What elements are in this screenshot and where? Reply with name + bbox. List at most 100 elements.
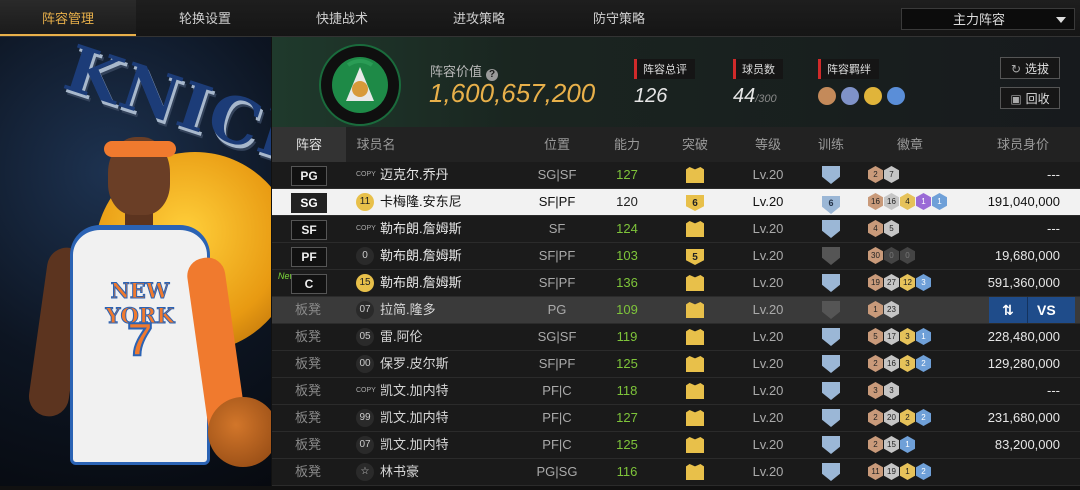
breakthrough-cell[interactable] — [662, 324, 728, 350]
refresh-icon: ↻ — [1010, 62, 1022, 76]
table-row[interactable]: 板凳 07 拉简.隆多 PG 109 Lv.20 123 7 — [272, 297, 1080, 324]
table-row[interactable]: 板凳 05 雷.阿伦 SG|SF 119 Lv.20 5 17 3 1 228,480… — [272, 324, 1080, 351]
header-position[interactable]: 位置 — [522, 127, 592, 162]
breakthrough-cell[interactable] — [662, 432, 728, 458]
badge-list[interactable]: 2 16 3 2 — [868, 355, 931, 372]
training-shield-icon[interactable] — [822, 409, 840, 427]
table-row[interactable]: 板凳 COPY 凯文.加内特 PF|C 118 Lv.20 33 --- — [272, 378, 1080, 405]
lineup-select[interactable]: 主力阵容 — [901, 8, 1075, 30]
training-cell[interactable] — [808, 243, 854, 269]
tab-lineup-management[interactable]: 阵容管理 — [0, 0, 136, 36]
training-shield-icon[interactable] — [822, 247, 840, 265]
badge-hex-icon: 3 — [900, 355, 915, 372]
training-shield-icon[interactable] — [822, 436, 840, 454]
badge-list[interactable]: 19 27 12 3 — [868, 274, 931, 291]
chemistry-icons[interactable] — [818, 87, 905, 105]
pick-button[interactable]: ↻ 选拔 — [1000, 57, 1060, 79]
player-level: Lv.20 — [752, 221, 784, 236]
training-cell[interactable] — [808, 162, 854, 188]
training-cell[interactable]: 6 — [808, 189, 854, 215]
badge-list[interactable]: 5 17 3 1 — [868, 328, 931, 345]
jersey: NEW YORK 7 — [70, 225, 210, 465]
training-shield-icon[interactable]: 6 — [822, 196, 840, 214]
badge-list[interactable]: 16 16 4 1 1 — [868, 193, 947, 210]
training-cell[interactable] — [808, 216, 854, 242]
header-training[interactable]: 训练 — [808, 127, 854, 162]
badge-list[interactable]: 45 — [868, 220, 899, 237]
badge-list[interactable]: 2 20 2 2 — [868, 409, 931, 426]
training-shield-icon[interactable] — [822, 220, 840, 238]
breakthrough-cell[interactable] — [662, 216, 728, 242]
table-row[interactable]: 板凳 00 保罗.皮尔斯 SF|PF 125 Lv.20 2 16 3 2 129,2… — [272, 351, 1080, 378]
training-cell[interactable] — [808, 324, 854, 350]
badge-list[interactable]: 2 15 1 — [868, 436, 915, 453]
training-shield-icon[interactable] — [822, 301, 840, 319]
breakthrough-cell[interactable] — [662, 351, 728, 377]
player-name[interactable]: 林书豪 — [380, 459, 419, 485]
header-badges[interactable]: 徽章 — [854, 127, 966, 162]
training-shield-icon[interactable] — [822, 463, 840, 481]
tab-offense-strategy[interactable]: 进攻策略 — [411, 0, 547, 36]
table-row[interactable]: PG COPY 迈克尔.乔丹 SG|SF 127 Lv.20 27 --- — [272, 162, 1080, 189]
training-shield-icon[interactable] — [822, 166, 840, 184]
badge-hex-icon: 2 — [868, 436, 883, 453]
player-name[interactable]: 拉简.隆多 — [380, 297, 436, 323]
badge-list[interactable]: 11 19 1 2 — [868, 463, 931, 480]
table-row[interactable]: 板凳 99 凯文.加内特 PF|C 127 Lv.20 2 20 2 2 231,68… — [272, 405, 1080, 432]
player-name[interactable]: 凯文.加内特 — [380, 378, 449, 404]
badge-hex-icon: 4 — [900, 193, 915, 210]
player-name[interactable]: 凯文.加内特 — [380, 432, 449, 458]
player-name[interactable]: 迈克尔.乔丹 — [380, 162, 449, 188]
header-value[interactable]: 球员身价 — [966, 127, 1080, 162]
header-slot[interactable]: 阵容 — [272, 127, 346, 162]
tab-defense-strategy[interactable]: 防守策略 — [551, 0, 687, 36]
table-row[interactable]: SG 11 卡梅隆.安东尼 SF|PF 120 6 Lv.20 6 16 16 4 1… — [272, 189, 1080, 216]
player-name[interactable]: 勒布朗.詹姆斯 — [380, 270, 462, 296]
header-name[interactable]: 球员名 — [356, 127, 396, 162]
training-cell[interactable] — [808, 351, 854, 377]
table-row[interactable]: SF COPY 勒布朗.詹姆斯 SF 124 Lv.20 45 --- — [272, 216, 1080, 243]
breakthrough-cell[interactable] — [662, 297, 728, 323]
table-row[interactable]: 板凳 ☆ 林书豪 PG|SG 116 Lv.20 11 19 1 2 — [272, 459, 1080, 486]
header-level[interactable]: 等级 — [728, 127, 808, 162]
tab-quick-tactics[interactable]: 快捷战术 — [274, 0, 410, 36]
training-cell[interactable] — [808, 432, 854, 458]
basketball-icon — [208, 397, 271, 467]
training-cell[interactable] — [808, 270, 854, 296]
player-name[interactable]: 卡梅隆.安东尼 — [380, 189, 462, 215]
training-shield-icon[interactable] — [822, 328, 840, 346]
table-row[interactable]: 板凳 07 凯文.加内特 PF|C 125 Lv.20 2 15 1 83,200,… — [272, 432, 1080, 459]
badge-hex-icon: 3 — [868, 382, 883, 399]
table-row[interactable]: New C 15 勒布朗.詹姆斯 SF|PF 136 Lv.20 19 27 12 3 … — [272, 270, 1080, 297]
training-cell[interactable] — [808, 297, 854, 323]
player-name[interactable]: 勒布朗.詹姆斯 — [380, 243, 462, 269]
badge-list[interactable]: 1 23 — [868, 301, 899, 318]
training-cell[interactable] — [808, 459, 854, 485]
breakthrough-cell[interactable]: 6 — [662, 189, 728, 215]
training-shield-icon[interactable] — [822, 382, 840, 400]
training-cell[interactable] — [808, 405, 854, 431]
player-name[interactable]: 勒布朗.詹姆斯 — [380, 216, 462, 242]
training-shield-icon[interactable] — [822, 274, 840, 292]
header-breakthrough[interactable]: 突破 — [662, 127, 728, 162]
breakthrough-cell[interactable] — [662, 162, 728, 188]
vs-compare-button[interactable]: ⇅ VS — [989, 297, 1075, 323]
breakthrough-cell[interactable] — [662, 459, 728, 485]
breakthrough-cell[interactable] — [662, 405, 728, 431]
player-name[interactable]: 雷.阿伦 — [380, 324, 423, 350]
breakthrough-cell[interactable] — [662, 270, 728, 296]
tab-rotation-settings[interactable]: 轮换设置 — [137, 0, 273, 36]
breakthrough-cell[interactable] — [662, 378, 728, 404]
table-row[interactable]: PF 0 勒布朗.詹姆斯 SF|PF 103 5 Lv.20 30 0 0 19,6… — [272, 243, 1080, 270]
training-cell[interactable] — [808, 378, 854, 404]
header-ability[interactable]: 能力 — [592, 127, 662, 162]
badge-list[interactable]: 33 — [868, 382, 899, 399]
player-name[interactable]: 保罗.皮尔斯 — [380, 351, 449, 377]
training-shield-icon[interactable] — [822, 355, 840, 373]
recycle-button[interactable]: ▣ 回收 — [1000, 87, 1060, 109]
breakthrough-cell[interactable]: 5 — [662, 243, 728, 269]
badge-list[interactable]: 27 — [868, 166, 899, 183]
swap-icon[interactable]: ⇅ — [989, 297, 1028, 323]
badge-list[interactable]: 30 0 0 — [868, 247, 915, 264]
player-name[interactable]: 凯文.加内特 — [380, 405, 449, 431]
